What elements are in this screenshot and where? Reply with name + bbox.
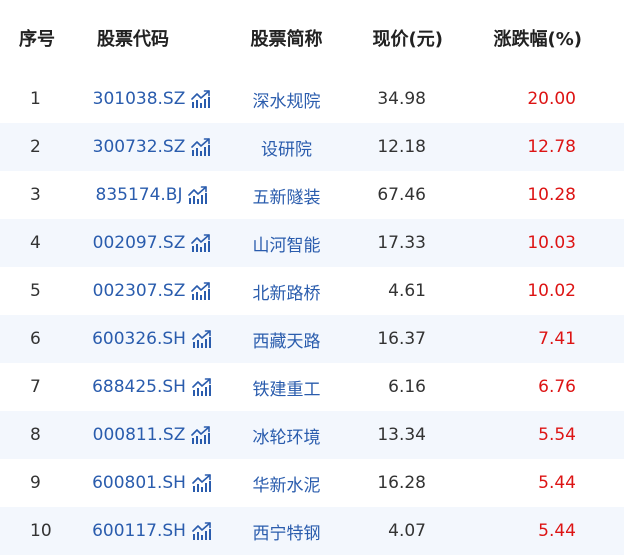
- stock-code-link[interactable]: 002097.SZ: [93, 233, 186, 253]
- line-chart-icon[interactable]: [192, 330, 212, 348]
- row-price: 6.16: [388, 377, 426, 397]
- row-price: 16.28: [377, 473, 426, 493]
- row-price: 12.18: [377, 137, 426, 157]
- stock-gainers-table: 序号 股票代码 股票简称 现价(元) 涨跌幅(%) 1 301038.SZ 深水…: [0, 0, 624, 555]
- header-row: 序号 股票代码 股票简称 现价(元) 涨跌幅(%): [0, 0, 624, 75]
- stock-code-link[interactable]: 000811.SZ: [93, 425, 186, 445]
- stock-name-link[interactable]: 五新隧装: [224, 171, 349, 219]
- line-chart-icon[interactable]: [191, 426, 211, 444]
- row-code-cell: 301038.SZ: [76, 75, 224, 123]
- row-price: 4.07: [388, 521, 426, 541]
- table-row: 6 600326.SH 西藏天路 16.37 7.41: [0, 315, 624, 363]
- row-index: 9: [30, 473, 41, 493]
- table-row: 9 600801.SH 华新水泥 16.28 5.44: [0, 459, 624, 507]
- row-change: 10.28: [527, 185, 576, 205]
- stock-name-link[interactable]: 深水规院: [224, 75, 349, 123]
- line-chart-icon[interactable]: [192, 378, 212, 396]
- row-change: 20.00: [527, 89, 576, 109]
- row-index: 2: [30, 137, 41, 157]
- table-row: 3 835174.BJ 五新隧装 67.46 10.28: [0, 171, 624, 219]
- row-code-cell: 600326.SH: [76, 315, 224, 363]
- header-change[interactable]: 涨跌幅(%): [459, 0, 624, 75]
- row-price: 16.37: [377, 329, 426, 349]
- stock-code-link[interactable]: 300732.SZ: [93, 137, 186, 157]
- stock-name-link[interactable]: 西藏天路: [224, 315, 349, 363]
- stock-name-link[interactable]: 西宁特钢: [224, 507, 349, 555]
- row-index: 6: [30, 329, 41, 349]
- row-price: 4.61: [388, 281, 426, 301]
- header-index[interactable]: 序号: [0, 0, 76, 75]
- row-code-cell: 600117.SH: [76, 507, 224, 555]
- table-row: 2 300732.SZ 设研院 12.18 12.78: [0, 123, 624, 171]
- row-code-cell: 002097.SZ: [76, 219, 224, 267]
- table-row: 4 002097.SZ 山河智能 17.33 10.03: [0, 219, 624, 267]
- row-change: 10.03: [527, 233, 576, 253]
- row-code-cell: 300732.SZ: [76, 123, 224, 171]
- row-index: 8: [30, 425, 41, 445]
- row-index: 5: [30, 281, 41, 301]
- stock-code-link[interactable]: 688425.SH: [92, 377, 186, 397]
- row-code-cell: 835174.BJ: [76, 171, 224, 219]
- stock-name-link[interactable]: 北新路桥: [224, 267, 349, 315]
- row-price: 13.34: [377, 425, 426, 445]
- row-index: 4: [30, 233, 41, 253]
- stock-code-link[interactable]: 600326.SH: [92, 329, 186, 349]
- row-code-cell: 002307.SZ: [76, 267, 224, 315]
- table-header: 序号 股票代码 股票简称 现价(元) 涨跌幅(%): [0, 0, 624, 75]
- header-code[interactable]: 股票代码: [76, 0, 224, 75]
- row-code-cell: 000811.SZ: [76, 411, 224, 459]
- stock-name-link[interactable]: 山河智能: [224, 219, 349, 267]
- stock-name-link[interactable]: 设研院: [224, 123, 349, 171]
- row-index: 10: [30, 521, 52, 541]
- line-chart-icon[interactable]: [191, 282, 211, 300]
- line-chart-icon[interactable]: [188, 186, 208, 204]
- row-change: 6.76: [538, 377, 576, 397]
- row-change: 7.41: [538, 329, 576, 349]
- table-row: 5 002307.SZ 北新路桥 4.61 10.02: [0, 267, 624, 315]
- stock-code-link[interactable]: 002307.SZ: [93, 281, 186, 301]
- stock-code-link[interactable]: 835174.BJ: [96, 185, 183, 205]
- line-chart-icon[interactable]: [191, 234, 211, 252]
- row-change: 5.44: [538, 473, 576, 493]
- row-index: 1: [30, 89, 41, 109]
- row-code-cell: 600801.SH: [76, 459, 224, 507]
- row-change: 5.54: [538, 425, 576, 445]
- row-index: 7: [30, 377, 41, 397]
- row-change: 12.78: [527, 137, 576, 157]
- line-chart-icon[interactable]: [192, 522, 212, 540]
- stock-code-link[interactable]: 600117.SH: [92, 521, 186, 541]
- table-row: 7 688425.SH 铁建重工 6.16 6.76: [0, 363, 624, 411]
- row-price: 17.33: [377, 233, 426, 253]
- stock-name-link[interactable]: 铁建重工: [224, 363, 349, 411]
- stock-name-link[interactable]: 华新水泥: [224, 459, 349, 507]
- stock-code-link[interactable]: 600801.SH: [92, 473, 186, 493]
- table-row: 1 301038.SZ 深水规院 34.98 20.00: [0, 75, 624, 123]
- row-price: 67.46: [377, 185, 426, 205]
- row-code-cell: 688425.SH: [76, 363, 224, 411]
- stock-code-link[interactable]: 301038.SZ: [93, 89, 186, 109]
- line-chart-icon[interactable]: [191, 138, 211, 156]
- table-body: 1 301038.SZ 深水规院 34.98 20.00 2 300732.SZ: [0, 75, 624, 555]
- header-price[interactable]: 现价(元): [349, 0, 459, 75]
- line-chart-icon[interactable]: [191, 90, 211, 108]
- stock-name-link[interactable]: 冰轮环境: [224, 411, 349, 459]
- table-row: 10 600117.SH 西宁特钢 4.07 5.44: [0, 507, 624, 555]
- row-index: 3: [30, 185, 41, 205]
- header-name[interactable]: 股票简称: [224, 0, 349, 75]
- line-chart-icon[interactable]: [192, 474, 212, 492]
- row-change: 5.44: [538, 521, 576, 541]
- table-row: 8 000811.SZ 冰轮环境 13.34 5.54: [0, 411, 624, 459]
- row-price: 34.98: [377, 89, 426, 109]
- row-change: 10.02: [527, 281, 576, 301]
